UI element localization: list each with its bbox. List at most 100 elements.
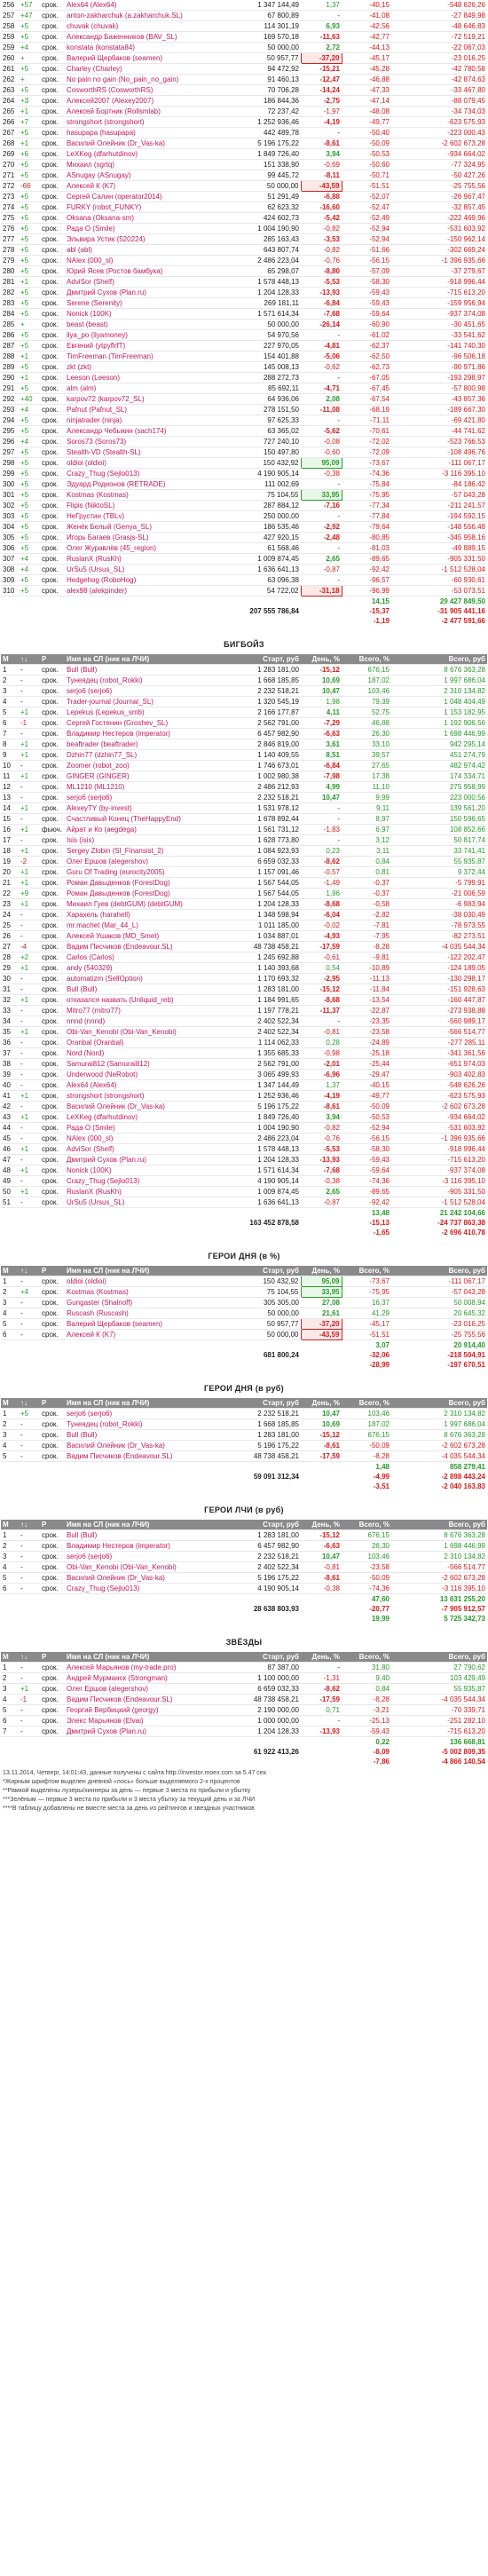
trader-name-link[interactable]: Lepekus (Lepekus_smb) xyxy=(65,707,239,718)
trader-name-link[interactable]: Дмитрий Сухов (Plan.ru) xyxy=(65,1726,239,1737)
trader-name-link[interactable]: Stealth-VD (Stealth-SL) xyxy=(65,446,239,458)
trader-name-link[interactable]: Oranbal (Oranbal) xyxy=(65,1037,239,1048)
trader-name-link[interactable]: Тунеядец (robot_Rokki) xyxy=(65,675,239,686)
trader-name-link[interactable]: Bull (Bull) xyxy=(65,664,239,676)
trader-name-link[interactable]: Isis (isis) xyxy=(65,834,239,846)
trader-name-link[interactable]: Айрат и Ко (aegdega) xyxy=(65,824,239,835)
trader-name-link[interactable]: alex98 (alekpinder) xyxy=(65,585,239,597)
trader-name-link[interactable]: Flipis (NiktoSL) xyxy=(65,500,239,511)
trader-name-link[interactable]: Crazy_Thug (Sejlo013) xyxy=(65,468,239,479)
trader-name-link[interactable]: Рада О (Smile) xyxy=(65,223,239,234)
trader-name-link[interactable]: Вадим Писчиков (Endeavour.SL) xyxy=(65,941,239,952)
trader-name-link[interactable]: beaftrader (beaftrader) xyxy=(65,739,239,750)
trader-name-link[interactable]: Элекс Марьянов (Elvai) xyxy=(65,1715,239,1727)
trader-name-link[interactable]: ninjatrader (ninja) xyxy=(65,415,239,426)
trader-name-link[interactable]: Obi-Van_Kenobi (Obi-Van_Kenobi) xyxy=(65,1561,239,1573)
trader-name-link[interactable]: Юрий Ясев (Ростов бамбука) xyxy=(65,265,239,277)
trader-name-link[interactable]: Владимир Нестеров (imperator) xyxy=(65,728,239,739)
trader-name-link[interactable]: chuvak (chuvak) xyxy=(65,20,239,32)
trader-name-link[interactable]: Leeson (Leeson) xyxy=(65,372,239,383)
trader-name-link[interactable]: Вадим Писчиков (Endeavour.SL) xyxy=(65,1450,239,1462)
trader-name-link[interactable]: Bull (Bull) xyxy=(65,1429,239,1441)
trader-name-link[interactable]: hasupapa (hasupapa) xyxy=(65,127,239,138)
trader-name-link[interactable]: Serene (Serenity) xyxy=(65,297,239,309)
trader-name-link[interactable]: Андрей Мурманск (Strongman) xyxy=(65,1672,239,1684)
trader-name-link[interactable]: alm (alm) xyxy=(65,383,239,394)
trader-name-link[interactable]: zkt (zkt) xyxy=(65,361,239,373)
trader-name-link[interactable]: Валерий Щербаков (seamen) xyxy=(65,52,239,64)
trader-name-link[interactable]: Харахель (harahell) xyxy=(65,909,239,921)
trader-name-link[interactable]: Samurai812 (Samurai812) xyxy=(65,1058,239,1070)
trader-name-link[interactable]: GINGER (GINGER) xyxy=(65,770,239,782)
trader-name-link[interactable]: Soros73 (Soros73) xyxy=(65,436,239,447)
trader-name-link[interactable]: Михаил Гуев (debtGUM) (debtGUM) xyxy=(65,898,239,910)
trader-name-link[interactable]: Gungaster (Shalnoff) xyxy=(65,1297,239,1308)
trader-name-link[interactable]: karpov72 (karpov72_SL) xyxy=(65,393,239,405)
trader-name-link[interactable]: Эльвира Устик (520224) xyxy=(65,233,239,245)
trader-name-link[interactable]: Kostmas (Kostmas) xyxy=(65,1286,239,1298)
trader-name-link[interactable]: Евгений (ytpyflrfT) xyxy=(65,340,239,352)
trader-name-link[interactable]: Валерий Щербаков (seamen) xyxy=(65,1318,239,1330)
trader-name-link[interactable]: Carlos (Carlos) xyxy=(65,952,239,963)
trader-name-link[interactable]: strongshort (strongshort) xyxy=(65,1090,239,1102)
trader-name-link[interactable]: Underwood (NeRobot) xyxy=(65,1069,239,1080)
trader-name-link[interactable]: Роман Давыденков (ForestDog) xyxy=(65,877,239,889)
trader-name-link[interactable]: strongshort (strongshort) xyxy=(65,116,239,128)
trader-name-link[interactable]: AdviSor (Shelf) xyxy=(65,276,239,288)
trader-name-link[interactable]: Василий Олейник (Dr_Vas-ka) xyxy=(65,1440,239,1451)
trader-name-link[interactable]: Олег Ершов (alegershov) xyxy=(65,856,239,867)
trader-name-link[interactable]: Trader-journal (Journal_SL) xyxy=(65,696,239,707)
trader-name-link[interactable]: ASnugay (ASnugay) xyxy=(65,170,239,181)
trader-name-link[interactable]: Алексей Бортник (Rollsmlab) xyxy=(65,106,239,117)
trader-name-link[interactable]: Вадим Писчиков (Endeavour.SL) xyxy=(65,1694,239,1705)
trader-name-link[interactable]: NAlex (000_sl) xyxy=(65,1133,239,1144)
trader-name-link[interactable]: LeXKeg (dfarhutdinov) xyxy=(65,148,239,160)
trader-name-link[interactable]: Игорь Багаев (Grasjs-SL) xyxy=(65,532,239,543)
trader-name-link[interactable]: Kostmas (Kostmas) xyxy=(65,489,239,501)
trader-name-link[interactable]: ML1210 (ML1210) xyxy=(65,781,239,793)
trader-name-link[interactable]: Сергей Гостенин (Groshev_SL) xyxy=(65,717,239,729)
trader-name-link[interactable]: Zoomer (robot_zoo) xyxy=(65,760,239,771)
trader-name-link[interactable]: RuslanX (RusKh) xyxy=(65,1186,239,1197)
trader-name-link[interactable]: serjo6 (serjo6) xyxy=(65,685,239,697)
trader-name-link[interactable]: Sergey Zlobin (Sl_Finansist_2) xyxy=(65,845,239,857)
trader-name-link[interactable]: Василий Олейник (Dr_Vas-ka) xyxy=(65,138,239,149)
trader-name-link[interactable]: Bull (Bull) xyxy=(65,1529,239,1541)
trader-name-link[interactable]: Георгий Вербицкий (georgy) xyxy=(65,1704,239,1716)
trader-name-link[interactable]: andy (540329) xyxy=(65,962,239,974)
trader-name-link[interactable]: Женёк Белый (Genya_SL) xyxy=(65,521,239,533)
trader-name-link[interactable]: Pafnut (Pafnut_SL) xyxy=(65,404,239,415)
trader-name-link[interactable]: НеГрустин (TBLv) xyxy=(65,510,239,522)
trader-name-link[interactable]: Василий Олейник (Dr_Vas-ka) xyxy=(65,1101,239,1112)
trader-name-link[interactable]: Роман Давыденков (ForestDog) xyxy=(65,888,239,899)
trader-name-link[interactable]: FURKY (robot_FUNKY) xyxy=(65,201,239,213)
trader-name-link[interactable]: automatizm (SellOption) xyxy=(65,973,239,984)
trader-name-link[interactable]: serjo6 (serjo6) xyxy=(65,792,239,803)
trader-name-link[interactable]: LeXKeg (dfarhutdinov) xyxy=(65,1111,239,1123)
trader-name-link[interactable]: Алексей К (K7) xyxy=(65,180,239,192)
trader-name-link[interactable]: beast (beast) xyxy=(65,319,239,330)
trader-name-link[interactable]: mr.machet (Mar_44_L) xyxy=(65,920,239,931)
trader-name-link[interactable]: Nonick (100K) xyxy=(65,308,239,320)
trader-name-link[interactable]: Алексей Марьянов (my-trade.pro) xyxy=(65,1662,239,1673)
trader-name-link[interactable]: Сергей Салин (operator2014) xyxy=(65,191,239,202)
trader-name-link[interactable]: AdviSor (Shelf) xyxy=(65,1143,239,1155)
trader-name-link[interactable]: NAlex (000_sl) xyxy=(65,255,239,266)
trader-name-link[interactable]: Счастливый Конец (TheHappyEnd) xyxy=(65,813,239,825)
trader-name-link[interactable]: Рада О (Smile) xyxy=(65,1122,239,1134)
trader-name-link[interactable]: Obi-Van_Kenobi (Obi-Van_Kenobi) xyxy=(65,1026,239,1038)
trader-name-link[interactable]: oldioi (oldioi) xyxy=(65,1276,239,1287)
trader-name-link[interactable]: UrSu5 (Ursus_SL) xyxy=(65,564,239,575)
trader-name-link[interactable]: Дмитрий Сухов (Plan.ru) xyxy=(65,1154,239,1166)
trader-name-link[interactable]: Crazy_Thug (Sejlo013) xyxy=(65,1175,239,1187)
trader-name-link[interactable]: Алексей Ушаков (MD_Smet) xyxy=(65,930,239,942)
trader-name-link[interactable]: oldioi (oldioi) xyxy=(65,457,239,469)
trader-name-link[interactable]: TimFreeman (TimFreeman) xyxy=(65,351,239,362)
trader-name-link[interactable]: Александр Чебыкин (sach174) xyxy=(65,425,239,437)
trader-name-link[interactable]: отказался назвать (Unliquid_reb) xyxy=(65,994,239,1006)
trader-name-link[interactable]: anton-zakharchuk (a.zakharchuk.SL) xyxy=(65,10,239,21)
trader-name-link[interactable]: RuslanX (RusKh) xyxy=(65,553,239,565)
trader-name-link[interactable]: Nord (Nord) xyxy=(65,1047,239,1059)
trader-name-link[interactable]: Oksana (Oksana-sm) xyxy=(65,212,239,224)
trader-name-link[interactable]: Эдуард Родионов (RETRADE) xyxy=(65,478,239,490)
